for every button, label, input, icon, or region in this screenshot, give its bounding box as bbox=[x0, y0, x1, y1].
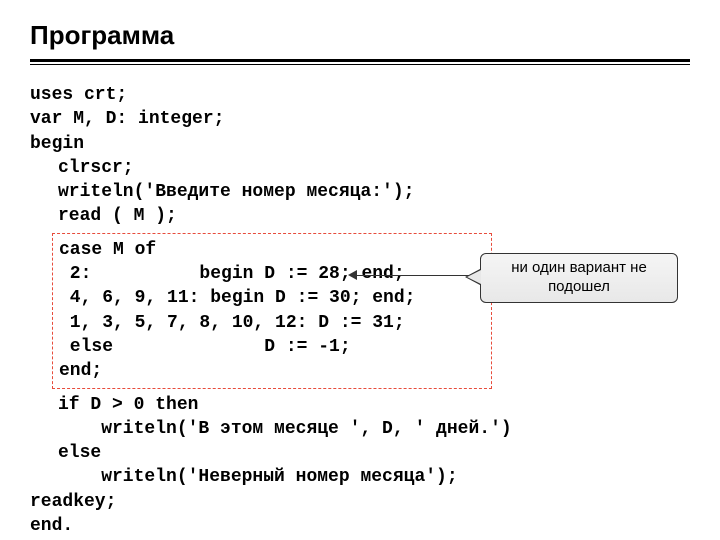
code-line: 1, 3, 5, 7, 8, 10, 12: D := 31; bbox=[59, 311, 485, 335]
code-line: else bbox=[30, 441, 690, 465]
callout-tail-icon bbox=[467, 270, 481, 284]
code-line: writeln('В этом месяце ', D, ' дней.') bbox=[30, 417, 690, 441]
code-line: else D := -1; bbox=[59, 335, 485, 359]
callout-text: подошел bbox=[548, 278, 610, 295]
code-line: clrscr; bbox=[30, 156, 690, 180]
code-line: var M, D: integer; bbox=[30, 107, 690, 131]
code-line: end; bbox=[59, 359, 485, 383]
code-block: uses crt; var M, D: integer; begin clrsc… bbox=[30, 83, 690, 538]
case-block-highlight: case M of 2: begin D := 28; end; 4, 6, 9… bbox=[52, 233, 492, 389]
title-rule-thin bbox=[30, 64, 690, 65]
callout-arrow-line bbox=[354, 275, 482, 276]
code-line: read ( M ); bbox=[30, 204, 690, 228]
code-line: 4, 6, 9, 11: begin D := 30; end; bbox=[59, 286, 485, 310]
page-title: Программа bbox=[30, 20, 690, 51]
code-line: end. bbox=[30, 514, 690, 538]
callout-box: ни один вариант не подошел bbox=[480, 253, 678, 303]
code-line: case M of bbox=[59, 238, 485, 262]
code-line: readkey; bbox=[30, 490, 690, 514]
code-line: uses crt; bbox=[30, 83, 690, 107]
code-line: begin bbox=[30, 132, 690, 156]
code-line: writeln('Введите номер месяца:'); bbox=[30, 180, 690, 204]
title-rule-thick bbox=[30, 59, 690, 62]
code-line: writeln('Неверный номер месяца'); bbox=[30, 465, 690, 489]
callout-text: ни один вариант не bbox=[511, 259, 647, 276]
code-line: if D > 0 then bbox=[30, 393, 690, 417]
callout-arrow-head-icon bbox=[348, 270, 357, 280]
